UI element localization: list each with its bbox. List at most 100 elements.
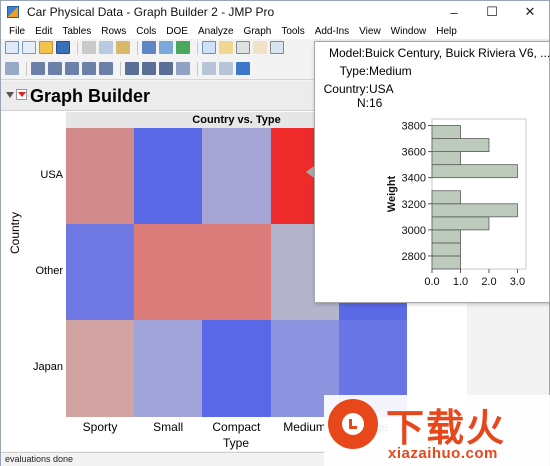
disclosure-triangle-icon[interactable] [6, 92, 14, 98]
align-top-icon[interactable] [82, 62, 96, 75]
y-tick-label: 3000 [402, 225, 426, 237]
data-table-icon[interactable] [142, 41, 156, 54]
hand-tool-icon[interactable] [253, 41, 267, 54]
save-icon[interactable] [56, 41, 70, 54]
y-tick-label: Japan [33, 361, 63, 373]
align-middle-icon[interactable] [99, 62, 113, 75]
toolbar-separator [197, 61, 198, 76]
histogram-bar [431, 255, 461, 270]
popup-pointer [306, 166, 314, 178]
heatmap-cell[interactable] [66, 224, 135, 321]
histogram-bar [431, 190, 461, 205]
group-icon[interactable] [159, 62, 173, 75]
menu-add-ins[interactable]: Add-Ins [310, 26, 354, 37]
cut-icon[interactable] [82, 41, 96, 54]
heatmap-cell[interactable] [66, 320, 135, 417]
open-folder-icon[interactable] [39, 41, 53, 54]
watermark-cn-text: 下载火 [386, 406, 507, 450]
weight-histogram: 2800 3000 3200 3400 3600 3800 0.0 1.0 2.0 3.0 Weig… [386, 118, 527, 288]
y-tick-label: 3800 [402, 121, 426, 133]
help-icon[interactable] [236, 62, 250, 75]
watermark-logo-inner [342, 413, 364, 435]
layout-icon[interactable] [5, 62, 19, 75]
y-tick-label: 3400 [402, 173, 426, 185]
y-tick-label: 3600 [402, 147, 426, 159]
x-tick-label: 3.0 [510, 276, 525, 288]
menu-doe[interactable]: DOE [161, 26, 193, 37]
menu-tools[interactable]: Tools [276, 26, 309, 37]
menu-analyze[interactable]: Analyze [193, 26, 239, 37]
y-tick-label: 3200 [402, 199, 426, 211]
toolbar-separator [120, 61, 121, 76]
menu-file[interactable]: File [4, 26, 30, 37]
ungroup-icon[interactable] [176, 62, 190, 75]
copy-icon[interactable] [99, 41, 113, 54]
heatmap-cell[interactable] [134, 320, 203, 417]
align-center-icon[interactable] [48, 62, 62, 75]
x-tick-label: Sporty [82, 420, 118, 434]
align-right-icon[interactable] [65, 62, 79, 75]
distribute-h-icon[interactable] [125, 62, 139, 75]
x-axis-title: Type [222, 436, 249, 450]
x-tick-label: 2.0 [481, 276, 496, 288]
paste-icon[interactable] [116, 41, 130, 54]
watermark-logo-icon [328, 399, 378, 449]
y-axis-title: Country [8, 211, 22, 254]
snap-icon[interactable] [219, 62, 233, 75]
app-window: Car Physical Data - Graph Builder 2 - JM… [0, 0, 550, 466]
menu-help[interactable]: Help [431, 26, 462, 37]
report-title: Graph Builder [30, 86, 151, 106]
grid-icon[interactable] [202, 62, 216, 75]
heatmap-cell[interactable] [202, 224, 272, 321]
menu-edit[interactable]: Edit [30, 26, 57, 37]
y-axis-title: Weight [386, 175, 398, 212]
arrow-tool-icon[interactable] [202, 41, 216, 54]
histogram-bar [431, 125, 461, 139]
red-triangle-menu-icon[interactable] [16, 89, 27, 100]
heatmap-cell[interactable] [66, 128, 135, 225]
zoom-tool-icon[interactable] [270, 41, 284, 54]
watermark: 下载火 xiazaihuo.com [324, 395, 550, 466]
menu-window[interactable]: Window [386, 26, 432, 37]
hover-label-popup: Model:Buick Century, Buick Riviera V6, .… [314, 41, 550, 303]
align-left-icon[interactable] [31, 62, 45, 75]
menu-bar: File Edit Tables Rows Cols DOE Analyze G… [1, 23, 549, 39]
heatmap-cell[interactable] [202, 320, 272, 417]
histogram-bar [431, 151, 461, 166]
y-tick-label: USA [40, 169, 63, 181]
window-controls: – ☐ ✕ [435, 1, 549, 23]
watermark-download-mark [349, 419, 357, 429]
x-tick-label: Small [153, 420, 184, 434]
histogram-bar [431, 138, 490, 153]
jmp-app-icon [7, 6, 19, 18]
new-table-icon[interactable] [5, 41, 19, 54]
help-tool-icon[interactable] [219, 41, 233, 54]
menu-view[interactable]: View [354, 26, 386, 37]
menu-graph[interactable]: Graph [239, 26, 277, 37]
toolbar-separator [137, 40, 138, 55]
subset-icon[interactable] [159, 41, 173, 54]
status-text: evaluations done [5, 454, 74, 464]
histogram-bar [431, 242, 461, 257]
new-script-icon[interactable] [22, 41, 36, 54]
maximize-button[interactable]: ☐ [473, 1, 511, 23]
crosshair-tool-icon[interactable] [236, 41, 250, 54]
watermark-url-text: xiazaihuo.com [388, 445, 498, 462]
y-tick-label: Other [35, 265, 63, 277]
toolbar-separator [26, 61, 27, 76]
histogram-bar [431, 216, 490, 231]
toolbar-separator [77, 40, 78, 55]
add-graph-icon[interactable] [176, 41, 190, 54]
heatmap-cell[interactable] [134, 224, 203, 321]
menu-tables[interactable]: Tables [57, 26, 96, 37]
heatmap-cell[interactable] [134, 128, 203, 225]
menu-rows[interactable]: Rows [96, 26, 131, 37]
x-tick-label: 1.0 [453, 276, 468, 288]
histogram-bar [431, 164, 518, 179]
y-tick-label: 2800 [402, 251, 426, 263]
close-button[interactable]: ✕ [511, 1, 549, 23]
minimize-button[interactable]: – [435, 1, 473, 23]
heatmap-cell[interactable] [202, 128, 272, 225]
distribute-v-icon[interactable] [142, 62, 156, 75]
menu-cols[interactable]: Cols [131, 26, 161, 37]
